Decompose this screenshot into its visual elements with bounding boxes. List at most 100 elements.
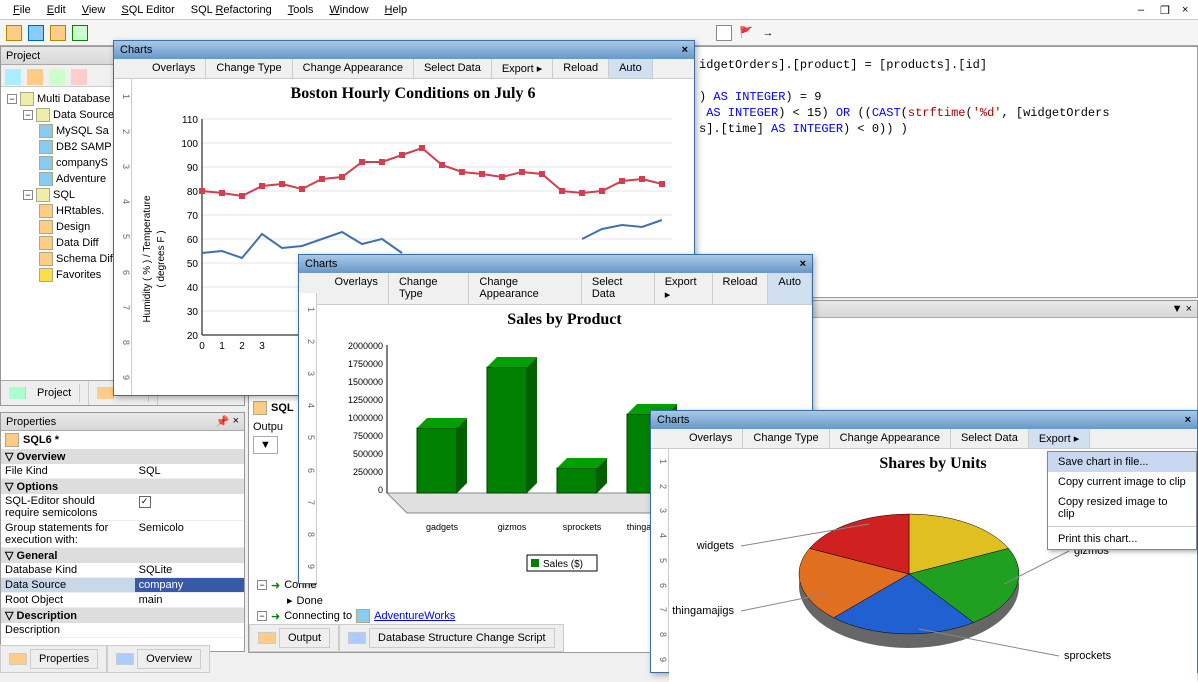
svg-text:1750000: 1750000 — [348, 359, 383, 369]
section-general[interactable]: ▽ General — [1, 548, 244, 563]
svg-text:0: 0 — [199, 341, 205, 352]
menu-sql-refactoring[interactable]: SQL Refactoring — [183, 2, 280, 18]
pin-icon[interactable]: 📌 — [216, 415, 230, 428]
link-adventureworks[interactable]: AdventureWorks — [374, 610, 455, 622]
export-menu: Save chart in file... Copy current image… — [1047, 451, 1197, 550]
btn-overlays[interactable]: Overlays — [325, 273, 389, 304]
prop-row[interactable]: Root Objectmain — [1, 593, 244, 608]
toolbar-icon[interactable] — [3, 67, 23, 87]
menu-print-chart[interactable]: Print this chart... — [1048, 529, 1196, 549]
menu-help[interactable]: Help — [377, 2, 416, 18]
chart-toolbar: Overlays Change Type Change Appearance S… — [114, 59, 694, 79]
svg-text:2000000: 2000000 — [348, 341, 383, 351]
tab-output[interactable]: Output — [249, 624, 339, 652]
menu-copy-current[interactable]: Copy current image to clip — [1048, 472, 1196, 492]
btn-export[interactable]: Export ▸ — [655, 273, 713, 304]
close-icon[interactable]: × — [233, 415, 239, 428]
tab-project[interactable]: Project — [1, 381, 89, 405]
menu-view[interactable]: View — [74, 2, 114, 18]
svg-text:100: 100 — [181, 139, 198, 150]
chart-window-shares: Charts × Overlays Change Type Change Appe… — [650, 410, 1198, 673]
minimize-icon[interactable]: – — [1130, 2, 1148, 19]
toolbar-icon[interactable] — [714, 23, 734, 43]
section-overview[interactable]: ▽ Overview — [1, 449, 244, 464]
section-options[interactable]: ▽ Options — [1, 479, 244, 494]
toolbar-icon[interactable] — [26, 23, 46, 43]
close-icon[interactable]: × — [1185, 414, 1191, 426]
btn-export[interactable]: Export ▸ — [1029, 429, 1090, 448]
properties-object: SQL6 * — [23, 434, 59, 446]
toolbar-icon[interactable] — [25, 67, 45, 87]
svg-text:1250000: 1250000 — [348, 395, 383, 405]
toolbar-icon[interactable]: → — [758, 23, 778, 43]
btn-auto[interactable]: Auto — [609, 59, 653, 78]
svg-text:30: 30 — [187, 307, 199, 318]
btn-overlays[interactable]: Overlays — [142, 59, 206, 78]
btn-change-appearance[interactable]: Change Appearance — [830, 429, 951, 448]
chart-title-label: Charts — [657, 414, 689, 426]
menu-save-chart[interactable]: Save chart in file... — [1048, 452, 1196, 472]
prop-row[interactable]: Data Sourcecompany — [1, 578, 244, 593]
btn-overlays[interactable]: Overlays — [679, 429, 743, 448]
menu-edit[interactable]: Edit — [39, 2, 74, 18]
prop-row[interactable]: SQL-Editor should require semicolons✓ — [1, 494, 244, 521]
flag-icon[interactable]: 🚩 — [736, 23, 756, 43]
btn-auto[interactable]: Auto — [768, 273, 812, 304]
menubar: File Edit View SQL Editor SQL Refactorin… — [0, 0, 1198, 20]
btn-reload[interactable]: Reload — [713, 273, 769, 304]
svg-text:gizmos: gizmos — [498, 522, 527, 532]
toolbar-icon[interactable] — [70, 23, 90, 43]
btn-change-type[interactable]: Change Type — [743, 429, 829, 448]
prop-row[interactable]: Database KindSQLite — [1, 563, 244, 578]
project-title: Project — [6, 50, 40, 62]
menu-sql-editor[interactable]: SQL Editor — [113, 2, 182, 18]
svg-text:750000: 750000 — [353, 431, 383, 441]
svg-text:90: 90 — [187, 163, 199, 174]
svg-text:widgets: widgets — [696, 540, 735, 552]
menu-copy-resized[interactable]: Copy resized image to clip — [1048, 492, 1196, 524]
btn-select-data[interactable]: Select Data — [414, 59, 492, 78]
filter-icon[interactable]: ▼ — [253, 436, 278, 454]
btn-change-appearance[interactable]: Change Appearance — [293, 59, 414, 78]
svg-text:sprockets: sprockets — [1064, 650, 1112, 662]
btn-reload[interactable]: Reload — [553, 59, 609, 78]
chart-title: Boston Hourly Conditions on July 6 — [132, 79, 694, 109]
tab-overview[interactable]: Overview — [107, 645, 210, 673]
btn-change-type[interactable]: Change Type — [389, 273, 469, 304]
close-icon[interactable]: × — [682, 44, 688, 56]
svg-text:20: 20 — [187, 331, 199, 342]
prop-row[interactable]: Group statements for execution with:Semi… — [1, 521, 244, 548]
svg-text:60: 60 — [187, 235, 199, 246]
btn-select-data[interactable]: Select Data — [582, 273, 655, 304]
close-icon[interactable]: × — [1186, 303, 1192, 315]
chart-title-label: Charts — [120, 44, 152, 56]
toolbar-icon[interactable] — [48, 23, 68, 43]
svg-text:70: 70 — [187, 211, 199, 222]
svg-text:80: 80 — [187, 187, 199, 198]
prop-row[interactable]: File KindSQL — [1, 464, 244, 479]
close-icon[interactable]: × — [800, 258, 806, 270]
menu-file[interactable]: File — [5, 2, 39, 18]
properties-panel: Properties📌× SQL6 * ▽ Overview File Kind… — [0, 412, 245, 652]
close-icon[interactable]: × — [1174, 2, 1192, 19]
restore-icon[interactable]: ❐ — [1152, 2, 1170, 19]
toolbar-icon[interactable] — [47, 67, 67, 87]
section-description[interactable]: ▽ Description — [1, 608, 244, 623]
menu-tools[interactable]: Tools — [280, 2, 322, 18]
toolbar-icon[interactable] — [4, 23, 24, 43]
btn-change-appearance[interactable]: Change Appearance — [469, 273, 581, 304]
toolbar-icon[interactable] — [69, 67, 89, 87]
btn-export[interactable]: Export ▸ — [492, 59, 553, 78]
tab-db-change-script[interactable]: Database Structure Change Script — [339, 624, 564, 652]
svg-text:thingamajigs: thingamajigs — [672, 605, 734, 617]
expander-icon[interactable]: − — [257, 611, 267, 621]
svg-text:( degrees F ): ( degrees F ) — [156, 230, 167, 287]
dropdown-icon[interactable]: ▼ — [1172, 303, 1183, 315]
prop-row[interactable]: Description — [1, 623, 244, 638]
svg-text:0: 0 — [378, 485, 383, 495]
btn-change-type[interactable]: Change Type — [206, 59, 292, 78]
expander-icon[interactable]: − — [257, 580, 267, 590]
btn-select-data[interactable]: Select Data — [951, 429, 1029, 448]
menu-window[interactable]: Window — [321, 2, 376, 18]
tab-properties[interactable]: Properties — [0, 645, 107, 673]
